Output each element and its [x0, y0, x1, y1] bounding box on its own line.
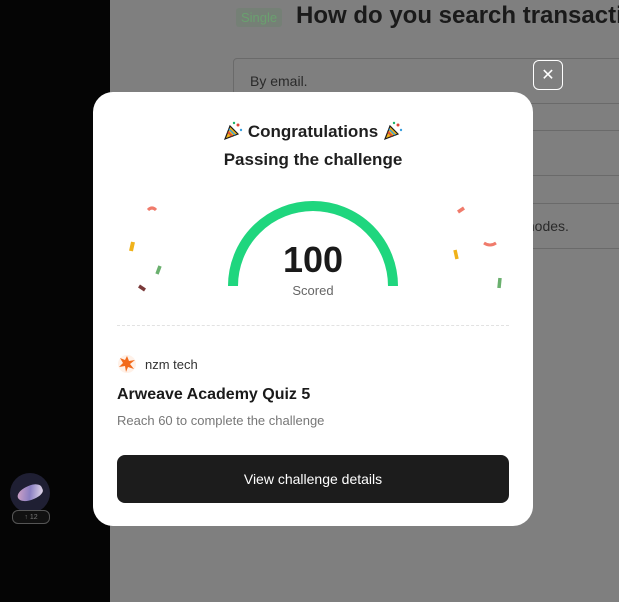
score-value: 100	[282, 239, 344, 280]
view-challenge-details-button[interactable]: View challenge details	[117, 455, 509, 503]
close-dialog-button[interactable]: ✕	[533, 60, 563, 90]
divider	[117, 325, 509, 326]
avatar-swirl-icon	[15, 481, 45, 505]
close-icon: ✕	[541, 67, 555, 84]
challenge-title: Arweave Academy Quiz 5	[117, 386, 311, 403]
user-level-badge: ↑ 12	[12, 510, 50, 524]
answer-option-text: By email.	[250, 73, 308, 89]
confetti-decoration	[453, 206, 502, 289]
confetti-decoration	[129, 206, 162, 292]
creator-row: nzm tech	[117, 354, 198, 374]
party-popper-icon	[383, 121, 403, 141]
score-label: Scored	[292, 283, 334, 298]
question-title: How do you search transactio	[296, 2, 619, 29]
dialog-title: Congratulations	[247, 122, 379, 141]
party-popper-icon	[224, 121, 243, 141]
dialog-subtitle: Passing the challenge	[223, 150, 403, 169]
challenge-description: Reach 60 to complete the challenge	[117, 413, 325, 428]
creator-name: nzm tech	[145, 356, 198, 372]
dialog-header: Congratulations Passing the challenge	[93, 118, 533, 174]
user-avatar[interactable]	[10, 473, 50, 513]
creator-avatar	[118, 355, 136, 373]
challenge-result-dialog: Congratulations Passing the challenge 10…	[93, 92, 533, 526]
question-type-badge: Single	[236, 8, 283, 27]
